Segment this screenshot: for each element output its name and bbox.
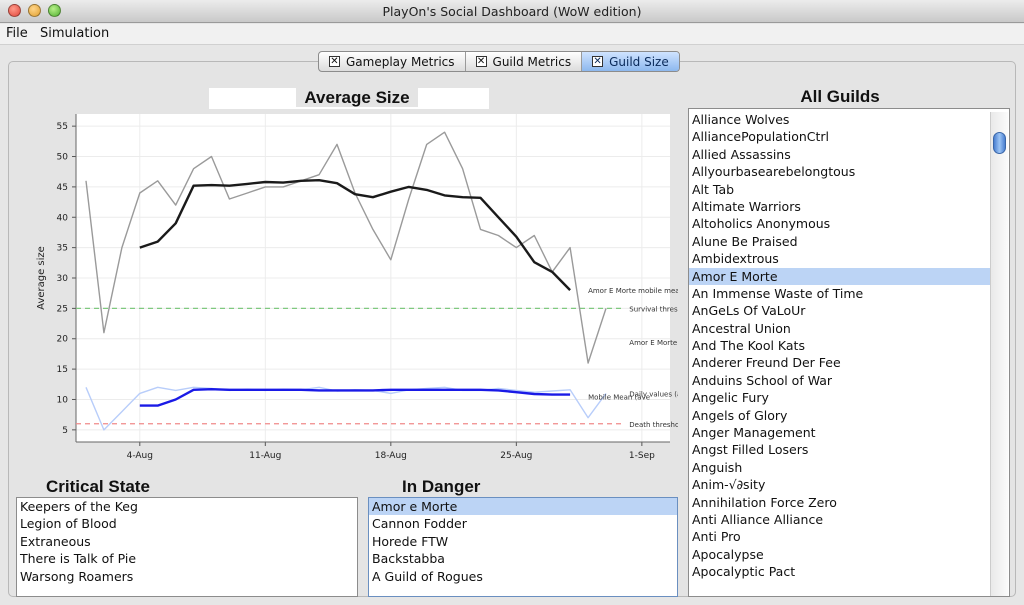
y-tick-label: 15 bbox=[57, 365, 68, 375]
list-item[interactable]: Angels of Glory bbox=[689, 407, 993, 424]
tab-guild-size[interactable]: ✕ Guild Size bbox=[582, 52, 679, 71]
y-tick-label: 50 bbox=[57, 153, 69, 163]
checkbox-icon[interactable]: ✕ bbox=[475, 56, 487, 67]
tab-label: Guild Size bbox=[609, 54, 669, 69]
list-item[interactable]: Extraneous bbox=[17, 533, 357, 550]
list-item[interactable]: Anti Pro bbox=[689, 528, 993, 545]
list-item[interactable]: An Immense Waste of Time bbox=[689, 285, 993, 302]
chart-title-text: Average Size bbox=[296, 88, 418, 107]
list-item[interactable]: Warsong Roamers bbox=[17, 568, 357, 585]
y-tick-label: 40 bbox=[57, 213, 69, 223]
menu-simulation[interactable]: Simulation bbox=[40, 26, 109, 41]
list-item[interactable]: Angst Filled Losers bbox=[689, 441, 993, 458]
list-item[interactable]: There is Talk of Pie bbox=[17, 550, 357, 567]
list-item[interactable]: Anti Alliance Alliance bbox=[689, 511, 993, 528]
list-item[interactable]: Keepers of the Keg bbox=[17, 498, 357, 515]
list-item[interactable]: AlliancePopulationCtrl bbox=[689, 128, 993, 145]
tab-guild-metrics[interactable]: ✕ Guild Metrics bbox=[466, 52, 583, 71]
in-danger-title: In Danger bbox=[402, 477, 481, 496]
x-tick-label: 1-Sep bbox=[629, 451, 655, 461]
list-item[interactable]: Anduins School of War bbox=[689, 372, 993, 389]
list-item[interactable]: Allyourbasearebelongtous bbox=[689, 163, 993, 180]
list-item[interactable]: Angelic Fury bbox=[689, 389, 993, 406]
list-item[interactable]: Ancestral Union bbox=[689, 320, 993, 337]
annotation-label: Amor E Morte da bbox=[629, 339, 678, 347]
in-danger-list[interactable]: Amor e Morte Cannon Fodder Horede FTW Ba… bbox=[368, 497, 678, 597]
critical-state-list[interactable]: Keepers of the Keg Legion of Blood Extra… bbox=[16, 497, 358, 597]
all-guilds-list[interactable]: Alliance Wolves AlliancePopulationCtrl All… bbox=[688, 108, 1010, 597]
checkbox-icon[interactable]: ✕ bbox=[592, 56, 604, 67]
y-tick-label: 10 bbox=[57, 395, 69, 405]
annotation-label: Mobile Mean (ave bbox=[588, 393, 650, 401]
average-size-chart: 5 10 15 20 25 30 35 40 45 50 55 4-Aug 11-Aug 18-Aug 25… bbox=[36, 114, 678, 461]
list-item[interactable]: Apocalyptic Pact bbox=[689, 563, 993, 580]
list-item[interactable]: Altoholics Anonymous bbox=[689, 215, 993, 232]
list-item[interactable]: Alt Tab bbox=[689, 181, 993, 198]
list-item[interactable]: Alune Be Praised bbox=[689, 233, 993, 250]
y-tick-label: 45 bbox=[57, 183, 68, 193]
list-item[interactable]: A Guild of Rogues bbox=[369, 568, 677, 585]
x-tick-label: 25-Aug bbox=[500, 451, 532, 461]
tab-label: Guild Metrics bbox=[492, 54, 572, 69]
x-tick-label: 18-Aug bbox=[375, 451, 407, 461]
list-item[interactable]: Legion of Blood bbox=[17, 515, 357, 532]
tab-label: Gameplay Metrics bbox=[346, 54, 455, 69]
scrollbar-thumb[interactable] bbox=[993, 132, 1006, 154]
list-item[interactable]: Altimate Warriors bbox=[689, 198, 993, 215]
all-guilds-title: All Guilds bbox=[800, 87, 880, 106]
list-item-selected[interactable]: Amor e Morte bbox=[369, 498, 677, 516]
menu-file[interactable]: File bbox=[6, 26, 28, 41]
y-tick-label: 35 bbox=[57, 244, 68, 254]
window-title: PlayOn's Social Dashboard (WoW edition) bbox=[382, 4, 642, 19]
y-axis-label: Average size bbox=[36, 246, 47, 310]
list-item[interactable]: Allied Assassins bbox=[689, 146, 993, 163]
y-tick-label: 25 bbox=[57, 304, 68, 314]
checkbox-icon[interactable]: ✕ bbox=[329, 56, 340, 67]
tab-bar: ✕ Gameplay Metrics ✕ Guild Metrics ✕ Gui… bbox=[318, 51, 680, 72]
tab-gameplay-metrics[interactable]: ✕ Gameplay Metrics bbox=[319, 52, 466, 71]
critical-state-title: Critical State bbox=[46, 477, 150, 496]
list-item[interactable]: AnGeLs Of VaLoUr bbox=[689, 302, 993, 319]
y-tick-label: 55 bbox=[57, 122, 68, 132]
list-item[interactable]: Anderer Freund Der Fee bbox=[689, 354, 993, 371]
annotation-label: Survival threshold bbox=[629, 305, 678, 313]
x-tick-label: 4-Aug bbox=[127, 451, 153, 461]
app-window: PlayOn's Social Dashboard (WoW edition) … bbox=[0, 0, 1024, 605]
list-item[interactable]: Anger Management bbox=[689, 424, 993, 441]
list-item[interactable]: Anguish bbox=[689, 459, 993, 476]
list-item[interactable]: And The Kool Kats bbox=[689, 337, 993, 354]
y-tick-label: 20 bbox=[57, 335, 69, 345]
list-item[interactable]: Cannon Fodder bbox=[369, 515, 677, 532]
x-tick-label: 11-Aug bbox=[249, 451, 281, 461]
list-item[interactable]: Horede FTW bbox=[369, 533, 677, 550]
list-item[interactable]: Apocalypse bbox=[689, 546, 993, 563]
list-item[interactable]: Anim-√∂sity bbox=[689, 476, 993, 493]
annotation-label: Amor E Morte mobile mean (1 bbox=[588, 287, 678, 295]
chart-title: Average Size bbox=[209, 88, 505, 108]
all-guilds-rows: Alliance Wolves AlliancePopulationCtrl All… bbox=[689, 111, 993, 581]
y-tick-label: 5 bbox=[62, 426, 68, 436]
y-tick-label: 30 bbox=[57, 274, 69, 284]
list-item[interactable]: Annihilation Force Zero bbox=[689, 494, 993, 511]
annotation-label: Death threshold bbox=[629, 421, 678, 429]
list-item[interactable]: Ambidextrous bbox=[689, 250, 993, 267]
vertical-scrollbar[interactable] bbox=[990, 112, 1008, 596]
list-item[interactable]: Backstabba bbox=[369, 550, 677, 567]
title-bar[interactable]: PlayOn's Social Dashboard (WoW edition) bbox=[0, 0, 1024, 23]
list-item[interactable]: Alliance Wolves bbox=[689, 111, 993, 128]
menu-bar: File Simulation bbox=[0, 24, 1024, 45]
list-item-selected[interactable]: Amor E Morte bbox=[689, 267, 993, 285]
